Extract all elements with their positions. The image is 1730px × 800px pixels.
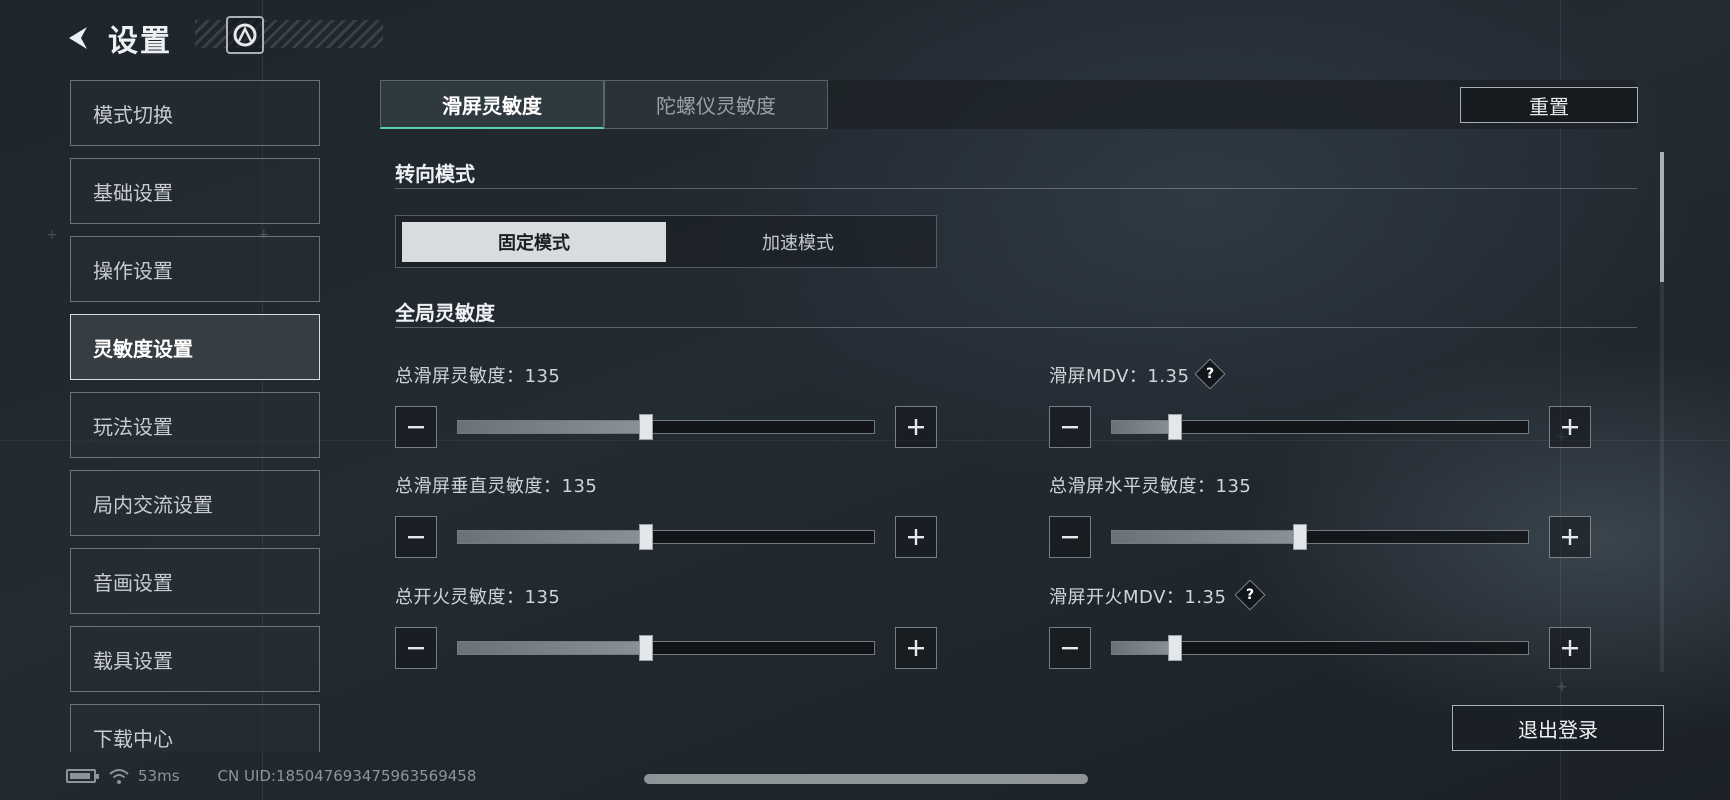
sidebar-item-label: 基础设置	[93, 180, 173, 205]
sidebar-item-label: 载具设置	[93, 648, 173, 673]
minus-icon	[408, 426, 424, 429]
slider-track[interactable]	[1111, 635, 1529, 661]
game-logo-icon	[226, 16, 264, 54]
slider-thumb[interactable]	[1167, 635, 1182, 661]
reset-button[interactable]: 重置	[1460, 87, 1638, 123]
sensitivity-tabs: 滑屏灵敏度 陀螺仪灵敏度	[380, 80, 1636, 129]
plus-icon	[908, 419, 924, 435]
slider-thumb[interactable]	[1293, 524, 1308, 550]
increase-button[interactable]	[1549, 406, 1591, 448]
section-divider	[395, 327, 1637, 328]
help-glyph: ?	[1205, 366, 1215, 382]
acceleration-mode-option[interactable]: 加速模式	[666, 222, 930, 262]
steering-mode-toggle: 固定模式 加速模式	[395, 215, 937, 268]
header-decoration	[195, 20, 383, 48]
sidebar-item-label: 下载中心	[93, 726, 173, 751]
sidebar-item-controls[interactable]: 操作设置	[70, 236, 320, 302]
slider-fill	[1112, 421, 1175, 433]
sidebar-item-download-center[interactable]: 下载中心	[70, 704, 320, 752]
decrease-button[interactable]	[395, 627, 437, 669]
tab-gyro-sensitivity[interactable]: 陀螺仪灵敏度	[604, 80, 828, 129]
sidebar-item-basic[interactable]: 基础设置	[70, 158, 320, 224]
slider-fill	[458, 421, 646, 433]
tab-swipe-sensitivity[interactable]: 滑屏灵敏度	[380, 80, 604, 129]
crosshair-mark: +	[1556, 679, 1568, 695]
increase-button[interactable]	[1549, 627, 1591, 669]
slider-label: 滑屏MDV：1.35	[1049, 366, 1190, 387]
slider-thumb[interactable]	[639, 524, 654, 550]
slider-label: 总开火灵敏度：135	[395, 587, 561, 608]
slider-fill	[1112, 531, 1300, 543]
decrease-button[interactable]	[1049, 406, 1091, 448]
plus-icon	[908, 529, 924, 545]
content-scrollbar[interactable]	[1660, 152, 1664, 672]
sidebar-item-mode-switch[interactable]: 模式切换	[70, 80, 320, 146]
increase-button[interactable]	[895, 406, 937, 448]
status-bar: 53ms CN UID:1850476934759635694​58	[66, 764, 476, 788]
home-indicator[interactable]	[644, 774, 1088, 784]
page-header: 设置	[60, 14, 172, 62]
minus-icon	[1062, 426, 1078, 429]
slider-track[interactable]	[1111, 524, 1529, 550]
minus-icon	[408, 536, 424, 539]
crosshair-mark: +	[46, 227, 58, 243]
help-icon[interactable]: ?	[1234, 579, 1266, 611]
user-uid: CN UID:1850476934759635694​58	[217, 767, 477, 785]
plus-icon	[1562, 529, 1578, 545]
battery-icon	[66, 769, 99, 783]
slider-track[interactable]	[1111, 414, 1529, 440]
slider-thumb[interactable]	[1167, 414, 1182, 440]
slider-track[interactable]	[457, 414, 875, 440]
back-arrow-icon[interactable]	[60, 20, 96, 56]
slider-thumb[interactable]	[639, 635, 654, 661]
slider-fill	[458, 531, 646, 543]
slider-track[interactable]	[457, 524, 875, 550]
minus-icon	[1062, 536, 1078, 539]
help-glyph: ?	[1245, 587, 1255, 603]
plus-icon	[1562, 640, 1578, 656]
sidebar-item-label: 局内交流设置	[93, 492, 213, 517]
slider-label: 总滑屏水平灵敏度：135	[1049, 476, 1252, 497]
slider-fill	[1112, 642, 1175, 654]
plus-icon	[908, 640, 924, 656]
decrease-button[interactable]	[1049, 627, 1091, 669]
sidebar-item-label: 音画设置	[93, 570, 173, 595]
minus-icon	[1062, 647, 1078, 650]
slider-track[interactable]	[457, 635, 875, 661]
increase-button[interactable]	[1549, 516, 1591, 558]
page-title: 设置	[108, 24, 172, 59]
slider-label: 滑屏开火MDV：1.35	[1049, 587, 1227, 608]
steering-mode-title: 转向模式	[395, 162, 475, 186]
decrease-button[interactable]	[395, 516, 437, 558]
settings-sidebar: 模式切换 基础设置 操作设置 灵敏度设置 玩法设置 局内交流设置 音画设置 载具…	[70, 80, 320, 752]
sidebar-item-label: 模式切换	[93, 102, 173, 127]
sidebar-item-gameplay[interactable]: 玩法设置	[70, 392, 320, 458]
plus-icon	[1562, 419, 1578, 435]
wifi-icon	[109, 769, 129, 784]
sidebar-item-label: 操作设置	[93, 258, 173, 283]
section-divider	[395, 188, 1637, 189]
sidebar-item-sensitivity[interactable]: 灵敏度设置	[70, 314, 320, 380]
slider-label: 总滑屏垂直灵敏度：135	[395, 476, 598, 497]
help-icon[interactable]: ?	[1194, 358, 1226, 390]
logout-button[interactable]: 退出登录	[1452, 705, 1664, 751]
ping-value: 53ms	[138, 767, 180, 785]
increase-button[interactable]	[895, 627, 937, 669]
slider-thumb[interactable]	[639, 414, 654, 440]
slider-label: 总滑屏灵敏度：135	[395, 366, 561, 387]
increase-button[interactable]	[895, 516, 937, 558]
global-sensitivity-title: 全局灵敏度	[395, 301, 495, 325]
minus-icon	[408, 647, 424, 650]
sidebar-item-communication[interactable]: 局内交流设置	[70, 470, 320, 536]
decrease-button[interactable]	[395, 406, 437, 448]
sidebar-item-label: 玩法设置	[93, 414, 173, 439]
sidebar-item-audio-video[interactable]: 音画设置	[70, 548, 320, 614]
slider-fill	[458, 642, 646, 654]
decrease-button[interactable]	[1049, 516, 1091, 558]
sidebar-item-vehicle[interactable]: 载具设置	[70, 626, 320, 692]
fixed-mode-option[interactable]: 固定模式	[402, 222, 666, 262]
sidebar-item-label: 灵敏度设置	[93, 336, 193, 361]
scrollbar-thumb[interactable]	[1660, 152, 1664, 282]
